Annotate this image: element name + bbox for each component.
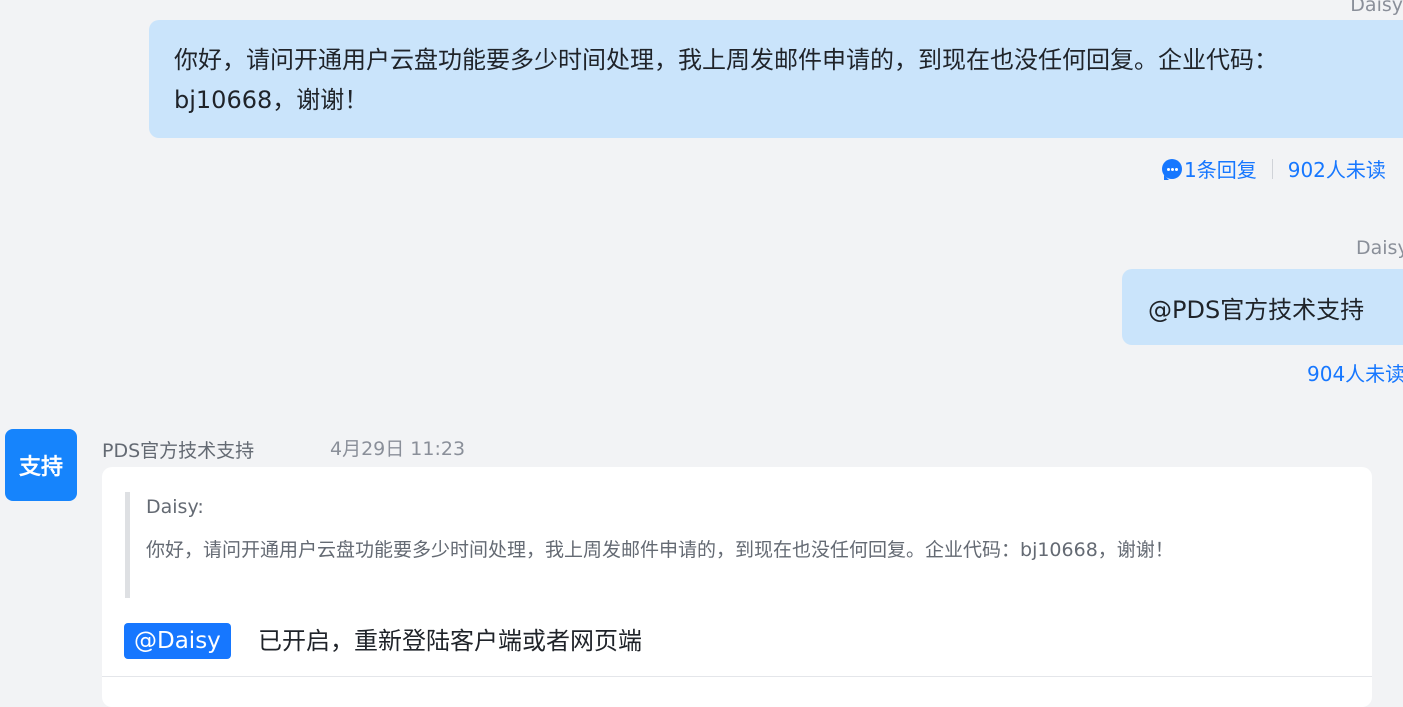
message-text: @PDS官方技术支持 xyxy=(1148,296,1365,324)
reply-count-link[interactable]: 1条回复 xyxy=(1184,154,1257,183)
quote-bar xyxy=(125,492,130,598)
mention-tag[interactable]: @Daisy xyxy=(124,623,231,659)
meta-divider xyxy=(1271,158,1273,179)
unread-count-link[interactable]: 902人未读 xyxy=(1288,154,1386,183)
message-card[interactable] xyxy=(102,467,1372,707)
quote-text: 你好，请问开通用户云盘功能要多少时间处理，我上周发邮件申请的，到现在也没任何回复… xyxy=(146,539,1174,561)
comment-bubble-icon xyxy=(1162,158,1182,180)
quote-author: Daisy: xyxy=(146,496,204,518)
message-sender-name: Daisy xyxy=(1350,0,1403,16)
message-sender-name: Daisy xyxy=(1356,237,1403,259)
avatar[interactable]: 支持 xyxy=(5,429,77,501)
message-text: 已开启，重新登陆客户端或者网页端 xyxy=(258,627,642,655)
unread-count-link[interactable]: 904人未读 xyxy=(1307,358,1403,387)
message-text: 你好，请问开通用户云盘功能要多少时间处理，我上周发邮件申请的，到现在也没任何回复… xyxy=(174,46,1278,114)
message-sender-name[interactable]: PDS官方技术支持 xyxy=(102,436,254,463)
card-divider xyxy=(102,676,1372,677)
message-timestamp: 4月29日 11:23 xyxy=(330,438,466,460)
message-meta: 1条回复 902人未读 xyxy=(1162,154,1386,183)
